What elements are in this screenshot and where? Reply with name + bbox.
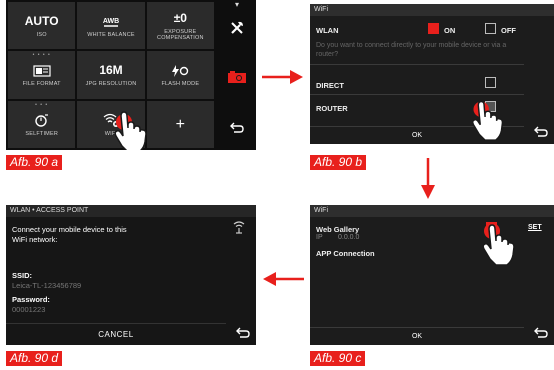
screen-title: WiFi <box>310 4 554 16</box>
exposure-value: ±0 <box>173 11 187 26</box>
ssid-value: Leica-TL-123456789 <box>12 281 82 290</box>
back-icon[interactable] <box>534 125 548 140</box>
direct-label: DIRECT <box>316 81 344 90</box>
access-point-screen: WLAN • ACCESS POINT Connect your mobile … <box>6 205 256 345</box>
flash-mode-label: FLASH MODE <box>161 81 200 88</box>
back-icon[interactable] <box>534 326 548 341</box>
back-icon[interactable] <box>236 326 250 341</box>
cancel-button[interactable]: CANCEL <box>6 323 226 345</box>
page-dots: • • • • <box>32 52 51 59</box>
pointing-hand-icon <box>114 111 147 150</box>
tools-icon[interactable] <box>220 20 254 39</box>
wlan-on-label: ON <box>444 26 456 35</box>
menu-side-bar: ▾ <box>220 0 254 148</box>
direct-checkbox[interactable] <box>485 77 496 88</box>
wifi-signal-icon <box>232 220 246 239</box>
exposure-label: EXPOSURE COMPENSATION <box>157 29 204 42</box>
menu-cell-white-balance[interactable]: AWB WHITE BALANCE <box>77 2 145 50</box>
ip-label: IP <box>316 234 323 241</box>
web-gallery-screen: WiFi Web Gallery IP 0.0.0.0 APP Connecti… <box>310 205 554 345</box>
set-button[interactable]: SET <box>528 224 542 231</box>
connection-question: Do you want to connect directly to your … <box>316 42 507 58</box>
wlan-off-label: OFF <box>501 26 516 35</box>
add-icon: + <box>175 115 185 133</box>
menu-cell-selftimer[interactable]: • • • SELFTIMER <box>8 100 76 148</box>
selftimer-label: SELFTIMER <box>25 130 58 137</box>
password-label: Password: <box>12 295 50 304</box>
caption-d: Afb. 90 d <box>6 351 63 366</box>
divider <box>310 64 524 65</box>
menu-cell-exposure-compensation[interactable]: ±0 EXPOSURE COMPENSATION <box>146 2 214 50</box>
svg-text:AWB: AWB <box>103 18 119 25</box>
menu-cell-jpg-resolution[interactable]: 16M JPG RESOLUTION <box>77 51 145 99</box>
wlan-on-checkbox[interactable] <box>428 23 439 34</box>
menu-cell-iso[interactable]: AUTO ISO <box>8 2 76 50</box>
menu-cell-file-format[interactable]: • • • • FILE FORMAT <box>8 51 76 99</box>
connect-message: Connect your mobile device to this WiFi … <box>12 225 127 244</box>
back-icon[interactable] <box>220 120 254 136</box>
pointing-hand-icon <box>482 223 515 266</box>
wlan-off-checkbox[interactable] <box>485 23 496 34</box>
iso-value: AUTO <box>24 14 59 29</box>
arrow-down-icon <box>421 158 435 199</box>
file-format-label: FILE FORMAT <box>22 81 61 88</box>
white-balance-label: WHITE BALANCE <box>87 32 135 39</box>
screen-title: WLAN • ACCESS POINT <box>6 205 256 217</box>
ssid-label: SSID: <box>12 271 33 280</box>
flash-mode-icon <box>170 62 190 79</box>
wlan-label: WLAN <box>316 26 339 35</box>
app-connection-label: APP Connection <box>316 249 375 258</box>
jpg-resolution-value: 16M <box>99 63 123 78</box>
caption-c: Afb. 90 c <box>310 351 366 366</box>
router-label: ROUTER <box>316 104 348 113</box>
ok-button[interactable]: OK <box>310 327 524 345</box>
page-dots: • • • <box>35 101 49 108</box>
jpg-resolution-label: JPG RESOLUTION <box>85 81 137 88</box>
web-gallery-label: Web Gallery <box>316 225 360 234</box>
caption-a: Afb. 90 a <box>6 155 63 170</box>
password-value: 00001223 <box>12 305 46 314</box>
file-format-icon <box>32 62 52 79</box>
ip-value: 0.0.0.0 <box>338 234 360 241</box>
menu-screen: AUTO ISO AWB WHITE BALANCE ±0 EXPOSURE C… <box>6 0 256 150</box>
arrow-right-icon <box>262 70 303 84</box>
arrow-left-icon <box>263 272 304 286</box>
menu-cell-flash-mode[interactable]: FLASH MODE <box>146 51 214 99</box>
camera-mode-icon[interactable] <box>220 70 254 87</box>
chevron-down-icon[interactable]: ▾ <box>220 0 254 9</box>
selftimer-icon <box>32 112 52 129</box>
pointing-hand-icon <box>472 100 504 141</box>
caption-b: Afb. 90 b <box>310 155 367 170</box>
white-balance-icon: AWB <box>101 13 121 30</box>
wifi-settings-screen: WiFi WLAN ON OFF Do you want to connect … <box>310 4 554 144</box>
iso-label: ISO <box>36 32 47 39</box>
